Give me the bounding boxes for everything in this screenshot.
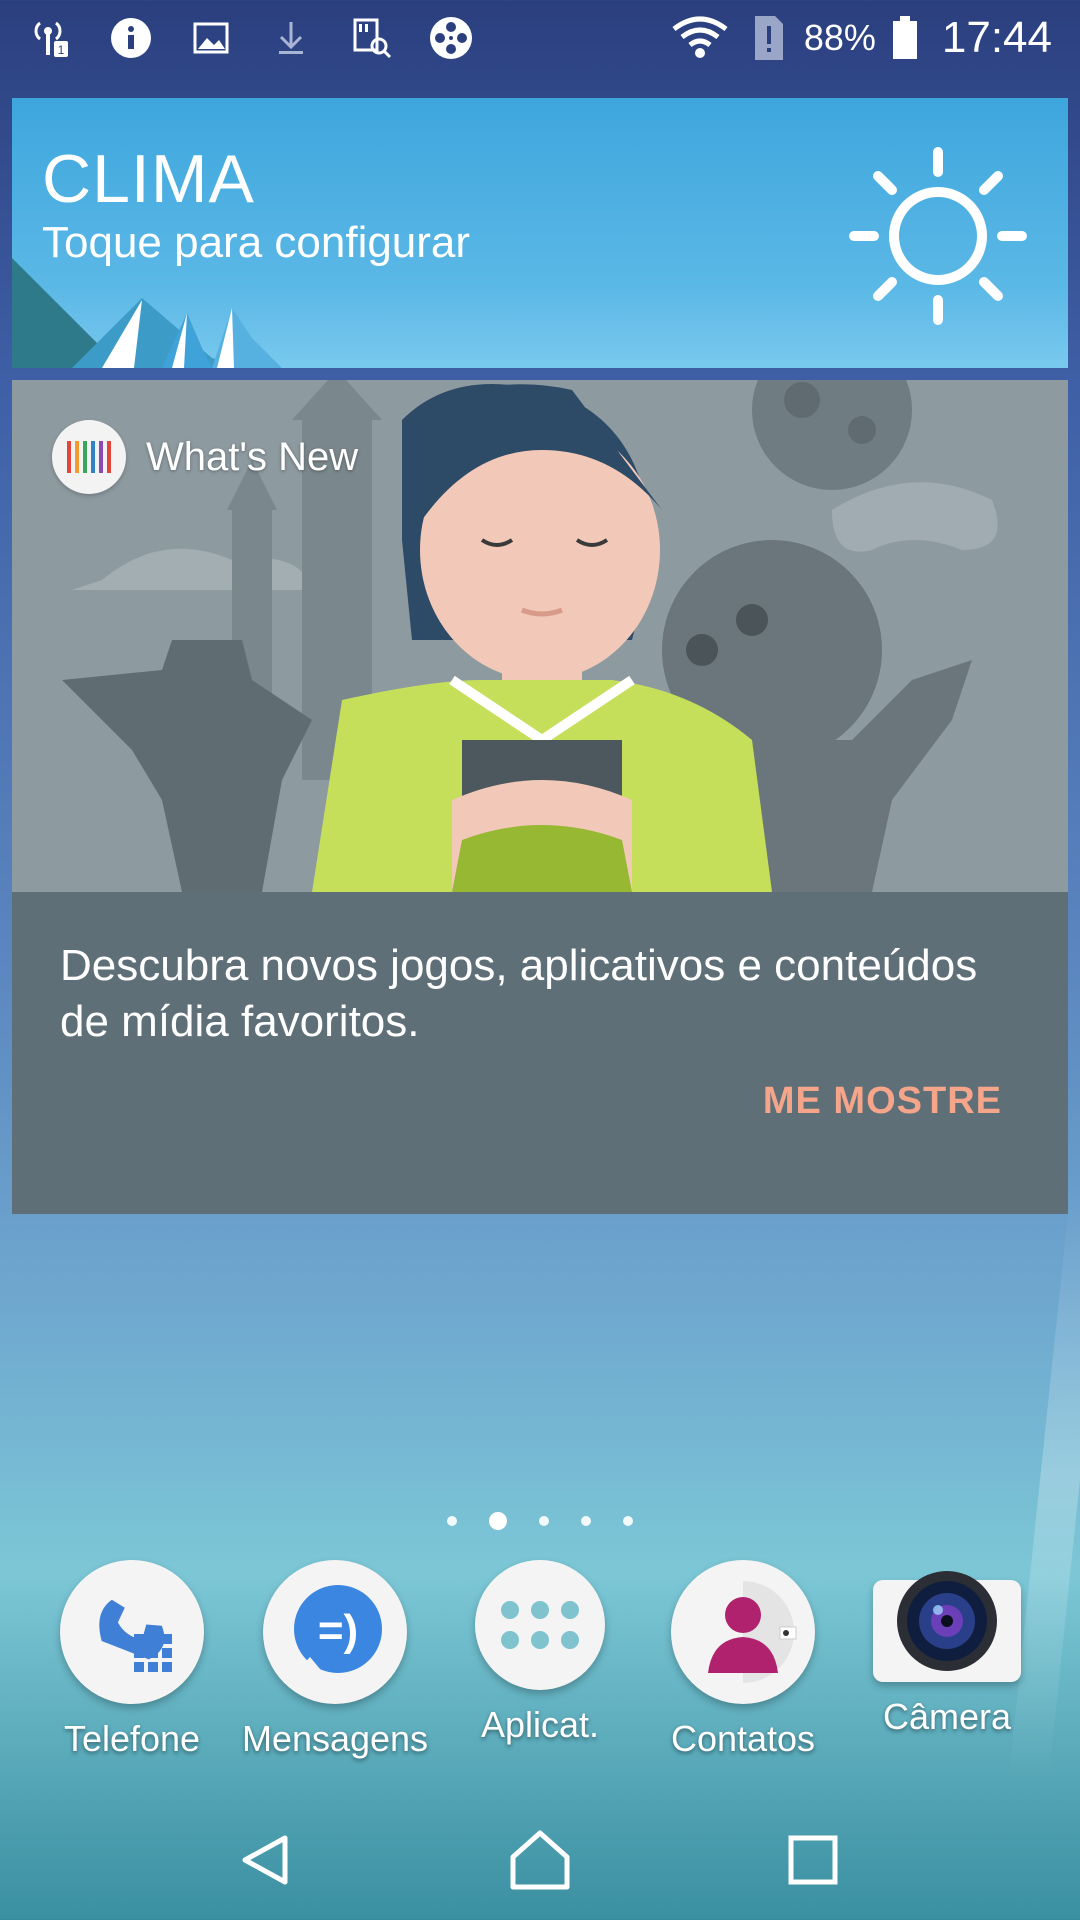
dock-label: Mensagens bbox=[241, 1718, 429, 1759]
battery-percent: 88% bbox=[803, 17, 876, 58]
dock-app-phone[interactable]: Telefone bbox=[37, 1560, 227, 1760]
download-icon bbox=[268, 15, 314, 61]
dock-app-contacts[interactable]: Contatos bbox=[648, 1560, 838, 1760]
sim-alert-icon bbox=[744, 15, 790, 61]
sd-search-icon bbox=[348, 15, 394, 61]
svg-text:=): =) bbox=[318, 1606, 358, 1655]
weather-title: CLIMA bbox=[42, 141, 255, 217]
info-icon bbox=[108, 15, 154, 61]
contacts-icon[interactable] bbox=[671, 1560, 815, 1704]
svg-text:1: 1 bbox=[58, 43, 65, 57]
sun-icon bbox=[849, 147, 1027, 325]
page-dot bbox=[623, 1516, 633, 1526]
whats-new-description: Descubra novos jogos, aplicativos e cont… bbox=[60, 941, 978, 1046]
clock: 17:44 bbox=[941, 13, 1052, 62]
page-dot bbox=[539, 1516, 549, 1526]
signal-sim1-icon: 1 bbox=[28, 15, 74, 61]
page-dot bbox=[581, 1516, 591, 1526]
page-dot bbox=[447, 1516, 457, 1526]
dock-app-camera[interactable]: Câmera bbox=[852, 1560, 1042, 1738]
status-bar: 1 88% 17:44 bbox=[0, 0, 1080, 76]
whats-new-title: What's New bbox=[146, 434, 359, 479]
camera-icon[interactable] bbox=[873, 1571, 1021, 1682]
dock-label: Contatos bbox=[670, 1718, 816, 1759]
dock-label: Telefone bbox=[63, 1718, 201, 1759]
wifi-icon bbox=[670, 15, 730, 61]
weather-subtitle: Toque para configurar bbox=[42, 218, 471, 267]
dock: Telefone =) Mensagens Aplicat. Contatos … bbox=[0, 1560, 1080, 1760]
dock-app-drawer[interactable]: Aplicat. bbox=[445, 1560, 635, 1746]
recents-icon[interactable] bbox=[763, 1810, 863, 1910]
dock-label: Câmera bbox=[882, 1696, 1012, 1737]
film-reel-icon bbox=[428, 15, 474, 61]
page-dot-active bbox=[489, 1512, 507, 1530]
image-icon bbox=[188, 15, 234, 61]
battery-icon bbox=[890, 15, 920, 61]
navigation-bar bbox=[0, 1800, 1080, 1920]
dock-label: Aplicat. bbox=[480, 1704, 600, 1745]
page-indicator bbox=[0, 1512, 1080, 1530]
weather-widget[interactable]: CLIMA Toque para configurar bbox=[12, 98, 1068, 368]
phone-icon[interactable] bbox=[60, 1560, 204, 1704]
messages-icon[interactable]: =) bbox=[263, 1560, 407, 1704]
back-icon[interactable] bbox=[217, 1810, 317, 1910]
home-icon[interactable] bbox=[490, 1810, 590, 1910]
dock-app-messages[interactable]: =) Mensagens bbox=[240, 1560, 430, 1760]
show-me-button[interactable]: ME MOSTRE bbox=[763, 1080, 1002, 1123]
app-drawer-icon[interactable] bbox=[475, 1560, 605, 1690]
whats-new-card[interactable]: What's New Descubra novos jogos, aplicat… bbox=[12, 380, 1068, 1214]
whats-new-logo-icon bbox=[52, 420, 126, 494]
